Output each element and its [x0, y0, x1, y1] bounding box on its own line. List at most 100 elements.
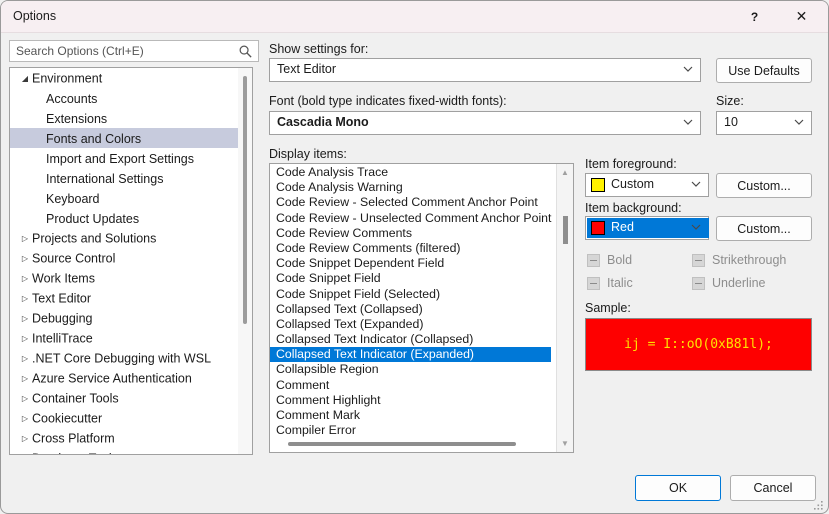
cancel-button[interactable]: Cancel — [730, 475, 816, 501]
tree-scrollbar-thumb[interactable] — [243, 76, 247, 324]
size-label: Size: — [716, 94, 744, 108]
tree-item[interactable]: ▷ Text Editor — [10, 288, 252, 308]
display-items-label: Display items: — [269, 147, 347, 161]
tree-item[interactable]: ▷ Projects and Solutions — [10, 228, 252, 248]
chevron-collapsed-icon[interactable]: ▷ — [18, 409, 32, 429]
display-items-vscrollbar[interactable]: ▲ ▼ — [556, 164, 573, 452]
italic-checkbox-row[interactable]: Italic — [587, 276, 633, 290]
item-background-value: Red — [611, 220, 634, 234]
tree-item[interactable]: Import and Export Settings — [10, 148, 252, 168]
tree-item[interactable]: ▷Database Tools — [10, 448, 252, 455]
strikethrough-checkbox[interactable] — [692, 253, 705, 267]
chevron-collapsed-icon[interactable]: ▷ — [18, 249, 32, 269]
tree-item[interactable]: ▷ Source Control — [10, 248, 252, 268]
display-item[interactable]: Collapsible Region — [270, 362, 551, 377]
bold-checkbox-row[interactable]: Bold — [587, 253, 632, 267]
tree-item[interactable]: Product Updates — [10, 208, 252, 228]
options-tree[interactable]: ◢ Environment Accounts Extensions Fonts and … — [9, 67, 253, 455]
item-foreground-combo[interactable]: Custom — [585, 173, 709, 197]
display-item[interactable]: Collapsed Text (Collapsed) — [270, 302, 551, 317]
tree-item[interactable]: ▷ Work Items — [10, 268, 252, 288]
display-item[interactable]: Code Snippet Field (Selected) — [270, 287, 551, 302]
chevron-collapsed-icon[interactable]: ▷ — [18, 449, 32, 455]
search-box[interactable] — [9, 40, 259, 62]
close-button[interactable]: ✕ — [779, 1, 824, 32]
tree-item[interactable]: Fonts and Colors — [10, 128, 252, 148]
tree-scrollbar[interactable] — [238, 68, 252, 454]
size-combo[interactable]: 10 — [716, 111, 812, 135]
tree-item[interactable]: ▷ Cross Platform — [10, 428, 252, 448]
tree-item[interactable]: ▷ Cookiecutter — [10, 408, 252, 428]
chevron-collapsed-icon[interactable]: ▷ — [18, 349, 32, 369]
underline-checkbox[interactable] — [692, 276, 705, 290]
display-item[interactable]: Code Review - Selected Comment Anchor Po… — [270, 195, 551, 210]
tree-item-label: International Settings — [46, 171, 164, 186]
chevron-collapsed-icon[interactable]: ▷ — [18, 369, 32, 389]
tree-item[interactable]: ▷ Container Tools — [10, 388, 252, 408]
tree-item[interactable]: Extensions — [10, 108, 252, 128]
chevron-expanded-icon[interactable]: ◢ — [18, 69, 32, 89]
display-items-hscrollbar[interactable] — [270, 437, 558, 452]
chevron-collapsed-icon[interactable]: ▷ — [18, 309, 32, 329]
tree-item[interactable]: ▷ Debugging — [10, 308, 252, 328]
chevron-collapsed-icon[interactable]: ▷ — [18, 229, 32, 249]
display-item[interactable]: Comment Highlight — [270, 393, 551, 408]
help-button[interactable]: ? — [732, 1, 777, 32]
tree-item[interactable]: Keyboard — [10, 188, 252, 208]
tree-item[interactable]: ▷ .NET Core Debugging with WSL — [10, 348, 252, 368]
display-item[interactable]: Code Snippet Field — [270, 271, 551, 286]
display-item[interactable]: Collapsed Text (Expanded) — [270, 317, 551, 332]
display-item[interactable]: Collapsed Text Indicator (Collapsed) — [270, 332, 551, 347]
ok-button[interactable]: OK — [635, 475, 721, 501]
display-item[interactable]: Code Review Comments (filtered) — [270, 241, 551, 256]
bold-checkbox[interactable] — [587, 253, 600, 267]
tree-item-label: Work Items — [32, 271, 95, 286]
strikethrough-checkbox-row[interactable]: Strikethrough — [692, 253, 786, 267]
item-background-label: Item background: — [585, 201, 682, 215]
item-background-combo[interactable]: Red — [585, 216, 709, 240]
font-combo[interactable]: Cascadia Mono — [269, 111, 701, 135]
use-defaults-button[interactable]: Use Defaults — [716, 58, 812, 83]
chevron-down-icon — [794, 119, 804, 125]
display-item[interactable]: Code Analysis Trace — [270, 165, 551, 180]
foreground-custom-button[interactable]: Custom... — [716, 173, 812, 198]
display-item[interactable]: Code Review - Unselected Comment Anchor … — [270, 211, 551, 226]
display-items-vscrollbar-thumb[interactable] — [563, 216, 568, 244]
scroll-up-arrow-icon[interactable]: ▲ — [557, 164, 573, 181]
show-settings-label: Show settings for: — [269, 42, 369, 56]
tree-item[interactable]: Accounts — [10, 88, 252, 108]
show-settings-combo[interactable]: Text Editor — [269, 58, 701, 82]
tree-item-label: Debugging — [32, 311, 93, 326]
chevron-collapsed-icon[interactable]: ▷ — [18, 269, 32, 289]
tree-item[interactable]: ◢ Environment — [10, 68, 252, 88]
tree-item-label: Environment — [32, 71, 103, 86]
display-item[interactable]: Code Analysis Warning — [270, 180, 551, 195]
chevron-collapsed-icon[interactable]: ▷ — [18, 389, 32, 409]
tree-item-label: Source Control — [32, 251, 116, 266]
tree-item-label: Product Updates — [46, 211, 140, 226]
search-input[interactable] — [16, 44, 231, 58]
tree-item[interactable]: ▷ Azure Service Authentication — [10, 368, 252, 388]
tree-item-label: Keyboard — [46, 191, 100, 206]
tree-item[interactable]: ▷ IntelliTrace — [10, 328, 252, 348]
chevron-down-icon — [683, 119, 693, 125]
italic-checkbox[interactable] — [587, 276, 600, 290]
chevron-collapsed-icon[interactable]: ▷ — [18, 429, 32, 449]
display-item[interactable]: Comment — [270, 378, 551, 393]
background-custom-button[interactable]: Custom... — [716, 216, 812, 241]
chevron-collapsed-icon[interactable]: ▷ — [18, 329, 32, 349]
display-item[interactable]: Comment Mark — [270, 408, 551, 423]
display-item[interactable]: Code Review Comments — [270, 226, 551, 241]
display-items-list[interactable]: Code Analysis Trace Code Analysis Warning… — [269, 163, 574, 453]
tree-item[interactable]: International Settings — [10, 168, 252, 188]
resize-grip-icon[interactable] — [813, 499, 825, 511]
chevron-collapsed-icon[interactable]: ▷ — [18, 289, 32, 309]
display-item[interactable]: Code Snippet Dependent Field — [270, 256, 551, 271]
font-value: Cascadia Mono — [277, 115, 369, 129]
scroll-down-arrow-icon[interactable]: ▼ — [557, 435, 573, 452]
display-items-hscrollbar-thumb[interactable] — [288, 442, 516, 446]
display-item[interactable]: Collapsed Text Indicator (Expanded) — [270, 347, 551, 363]
underline-checkbox-row[interactable]: Underline — [692, 276, 766, 290]
sample-preview: ij = I::oO(0xB81l); — [585, 318, 812, 371]
sample-label: Sample: — [585, 301, 631, 315]
